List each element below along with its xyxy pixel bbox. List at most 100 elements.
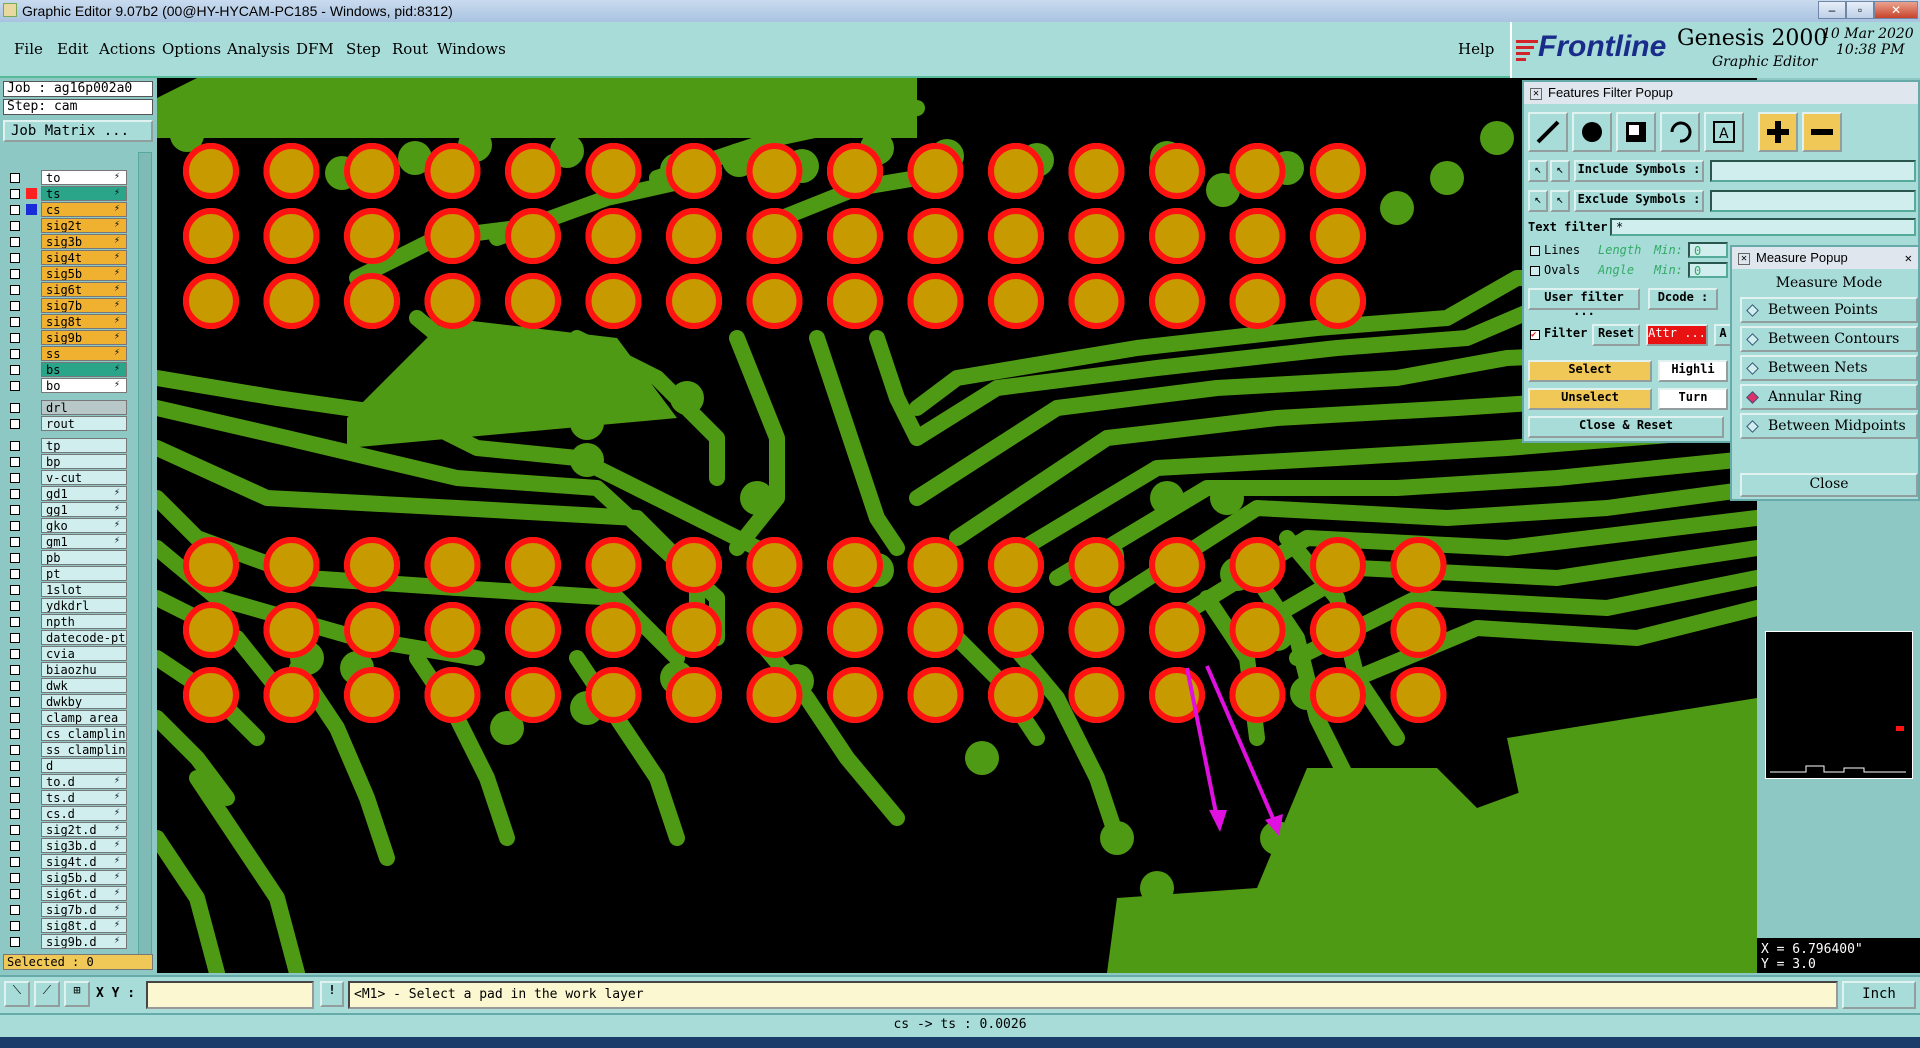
layer-row[interactable]: to ⚡ bbox=[4, 170, 127, 185]
layer-name[interactable]: cvia bbox=[41, 646, 127, 661]
layer-checkbox[interactable] bbox=[10, 173, 20, 183]
layer-name[interactable]: v-cut bbox=[41, 470, 127, 485]
layer-checkbox[interactable] bbox=[10, 937, 20, 947]
radio-diamond-icon[interactable] bbox=[1746, 391, 1759, 404]
measure-close-button[interactable]: Close bbox=[1740, 473, 1918, 497]
exclude-symbols-button[interactable]: Exclude Symbols : bbox=[1574, 190, 1704, 212]
layer-checkbox[interactable] bbox=[10, 221, 20, 231]
layer-checkbox[interactable] bbox=[10, 569, 20, 579]
select-button[interactable]: Select bbox=[1528, 360, 1652, 382]
layer-row[interactable]: sig9b.d ⚡ bbox=[4, 934, 127, 949]
layer-checkbox[interactable] bbox=[10, 857, 20, 867]
layer-scrollbar[interactable] bbox=[138, 152, 152, 956]
layer-name[interactable]: bp bbox=[41, 454, 127, 469]
reset-button[interactable]: Reset bbox=[1592, 324, 1640, 346]
layer-checkbox[interactable] bbox=[10, 521, 20, 531]
measure-tool-icon[interactable]: ⟍ bbox=[4, 981, 30, 1007]
layer-row[interactable]: npth bbox=[4, 614, 127, 629]
layer-row[interactable]: pb bbox=[4, 550, 127, 565]
layer-row[interactable]: bs ⚡ bbox=[4, 362, 127, 377]
xy-input[interactable] bbox=[146, 981, 314, 1009]
measure-mode-option[interactable]: Between Points bbox=[1740, 297, 1918, 323]
layer-row[interactable]: pt bbox=[4, 566, 127, 581]
layer-checkbox[interactable] bbox=[10, 317, 20, 327]
turn-button[interactable]: Turn bbox=[1658, 388, 1728, 410]
include-pointer-icon[interactable]: ↖ bbox=[1528, 160, 1548, 182]
line-tool-icon[interactable] bbox=[1528, 112, 1568, 152]
arc-tool-icon[interactable] bbox=[1660, 112, 1700, 152]
layer-row[interactable]: sig2t ⚡ bbox=[4, 218, 127, 233]
menu-step[interactable]: Step bbox=[346, 40, 381, 58]
measure-mode-option[interactable]: Between Midpoints bbox=[1740, 413, 1918, 439]
layer-checkbox[interactable] bbox=[10, 889, 20, 899]
exclude-pointer2-icon[interactable]: ↖ bbox=[1550, 190, 1570, 212]
surface-tool-icon[interactable] bbox=[1616, 112, 1656, 152]
layer-name[interactable]: dwkby bbox=[41, 694, 127, 709]
layer-checkbox[interactable] bbox=[10, 633, 20, 643]
include-symbols-button[interactable]: Include Symbols : bbox=[1574, 160, 1704, 182]
text-tool-icon[interactable]: A bbox=[1704, 112, 1744, 152]
measure-mode-option[interactable]: Annular Ring bbox=[1740, 384, 1918, 410]
layer-checkbox[interactable] bbox=[10, 333, 20, 343]
layer-row[interactable]: ss ⚡ bbox=[4, 346, 127, 361]
layer-checkbox[interactable] bbox=[10, 403, 20, 413]
minus-icon[interactable] bbox=[1802, 112, 1842, 152]
layer-name[interactable]: 1slot bbox=[41, 582, 127, 597]
layer-row[interactable]: gg1 ⚡ bbox=[4, 502, 127, 517]
layer-checkbox[interactable] bbox=[10, 441, 20, 451]
layer-row[interactable]: rout bbox=[4, 416, 127, 431]
layer-row[interactable]: sig7b.d ⚡ bbox=[4, 902, 127, 917]
radio-diamond-icon[interactable] bbox=[1746, 304, 1759, 317]
layer-checkbox[interactable] bbox=[10, 873, 20, 883]
info-icon[interactable]: ! bbox=[320, 981, 344, 1007]
layer-row[interactable]: 1slot bbox=[4, 582, 127, 597]
close-reset-button[interactable]: Close & Reset bbox=[1528, 416, 1724, 438]
layer-checkbox[interactable] bbox=[10, 825, 20, 835]
include-symbols-input[interactable] bbox=[1710, 160, 1916, 182]
layer-row[interactable]: sig5b.d ⚡ bbox=[4, 870, 127, 885]
layer-row[interactable]: dwk bbox=[4, 678, 127, 693]
highlight-button[interactable]: Highli bbox=[1658, 360, 1728, 382]
layer-name[interactable]: rout bbox=[41, 416, 127, 431]
user-filter-button[interactable]: User filter ... bbox=[1528, 288, 1640, 318]
layer-row[interactable]: ss_clampline bbox=[4, 742, 127, 757]
layer-checkbox[interactable] bbox=[10, 601, 20, 611]
layer-checkbox[interactable] bbox=[10, 205, 20, 215]
layer-row[interactable]: v-cut bbox=[4, 470, 127, 485]
layer-checkbox[interactable] bbox=[10, 419, 20, 429]
layer-checkbox[interactable] bbox=[10, 537, 20, 547]
layer-checkbox[interactable] bbox=[10, 729, 20, 739]
length-min-input[interactable]: 0 bbox=[1688, 242, 1728, 258]
radio-diamond-icon[interactable] bbox=[1746, 333, 1759, 346]
layer-checkbox[interactable] bbox=[10, 697, 20, 707]
menu-analysis[interactable]: Analysis bbox=[227, 40, 290, 58]
menu-windows[interactable]: Windows bbox=[437, 40, 506, 58]
layer-row[interactable]: sig8t ⚡ bbox=[4, 314, 127, 329]
layer-checkbox[interactable] bbox=[10, 285, 20, 295]
layer-row[interactable]: sig3b.d ⚡ bbox=[4, 838, 127, 853]
layer-checkbox[interactable] bbox=[10, 761, 20, 771]
layer-row[interactable]: clamp_area bbox=[4, 710, 127, 725]
snap-tool-icon[interactable]: ⟋ bbox=[34, 981, 60, 1007]
layer-checkbox[interactable] bbox=[10, 793, 20, 803]
layer-row[interactable]: cs ⚡ bbox=[4, 202, 127, 217]
angle-min-input[interactable]: 0 bbox=[1688, 262, 1728, 278]
menu-options[interactable]: Options bbox=[162, 40, 221, 58]
pcb-board-view[interactable] bbox=[157, 78, 1757, 973]
layer-row[interactable]: gd1 ⚡ bbox=[4, 486, 127, 501]
menu-dfm[interactable]: DFM bbox=[296, 40, 334, 58]
layer-row[interactable]: sig6t ⚡ bbox=[4, 282, 127, 297]
layer-row[interactable]: sig9b ⚡ bbox=[4, 330, 127, 345]
layer-checkbox[interactable] bbox=[10, 665, 20, 675]
layer-checkbox[interactable] bbox=[10, 457, 20, 467]
layer-checkbox[interactable] bbox=[10, 381, 20, 391]
radio-diamond-icon[interactable] bbox=[1746, 420, 1759, 433]
grid-tool-icon[interactable]: ⊞ bbox=[64, 981, 90, 1007]
attr-button[interactable]: Attr ... bbox=[1646, 324, 1708, 346]
layer-checkbox[interactable] bbox=[10, 489, 20, 499]
plus-icon[interactable] bbox=[1758, 112, 1798, 152]
layer-checkbox[interactable] bbox=[10, 189, 20, 199]
layer-row[interactable]: sig4t.d ⚡ bbox=[4, 854, 127, 869]
menu-actions[interactable]: Actions bbox=[99, 40, 155, 58]
measure-close-icon[interactable]: ✕ bbox=[1905, 251, 1912, 265]
